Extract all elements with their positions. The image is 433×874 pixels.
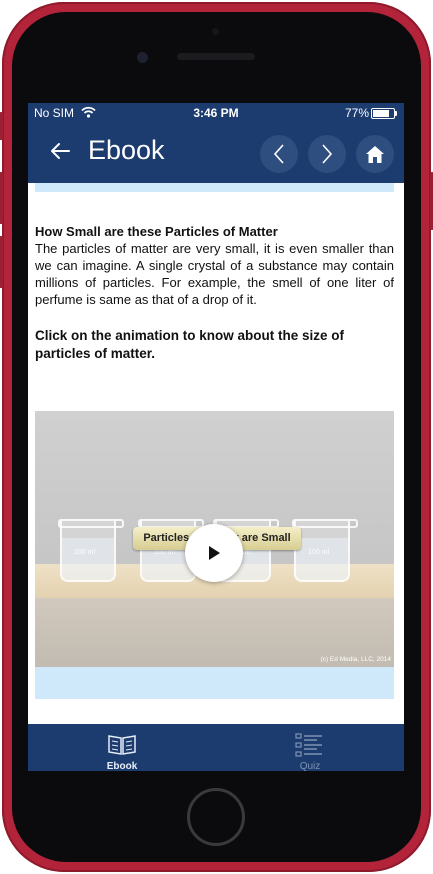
tab-ebook[interactable]: Ebook [28,724,216,771]
beaker-label: 100 ml [308,549,330,556]
volume-down-button [0,236,3,288]
tab-label: Quiz [299,761,321,771]
home-button[interactable] [356,135,394,173]
beaker: 100 ml [292,519,358,582]
battery-icon [371,108,395,119]
battery-percent: 77% [345,106,370,120]
tab-label: Ebook [106,761,138,771]
content-top-strip [35,183,394,192]
beaker-label: 100 ml [154,549,176,556]
beaker-label: 100 ml [74,549,96,556]
volume-up-button [0,172,3,224]
play-icon [209,546,220,560]
beaker: 100 ml [58,519,124,582]
copyright-notice: (c) Ed Media, LLC, 2014 [320,656,391,663]
play-button[interactable] [185,524,243,582]
ebook-content: How Small are these Particles of Matter … [35,223,394,363]
section-heading: How Small are these Particles of Matter [35,224,278,239]
animation-instruction: Click on the animation to know about the… [35,328,345,361]
front-camera [137,52,148,63]
app-bar: Ebook [28,123,404,183]
app-screen: No SIM 3:46 PM 77% Ebook How Small are t… [28,103,404,771]
home-hardware-button[interactable] [187,788,245,846]
earpiece-speaker [177,53,255,60]
list-icon [295,733,322,757]
book-icon [108,735,136,755]
animation-player[interactable]: 100 ml 100 ml 100 ml 100 ml Particles of… [35,411,394,699]
animation-thumbnail[interactable]: 100 ml 100 ml 100 ml 100 ml Particles of… [35,411,394,667]
mute-switch [0,112,3,140]
previous-page-button[interactable] [260,135,298,173]
battery-tip [395,111,397,116]
page-title: Ebook [88,135,165,165]
next-page-button[interactable] [308,135,346,173]
section-paragraph: The particles of matter are very small, … [35,241,394,307]
proximity-sensor [212,28,219,35]
tab-quiz[interactable]: Quiz [216,724,404,771]
chevron-left-icon [273,144,284,164]
home-icon [366,145,384,163]
status-bar: No SIM 3:46 PM 77% [28,103,404,123]
bottom-tab-bar: Ebook Quiz [28,724,404,771]
chevron-right-icon [322,144,333,164]
back-arrow-icon[interactable] [49,139,71,163]
